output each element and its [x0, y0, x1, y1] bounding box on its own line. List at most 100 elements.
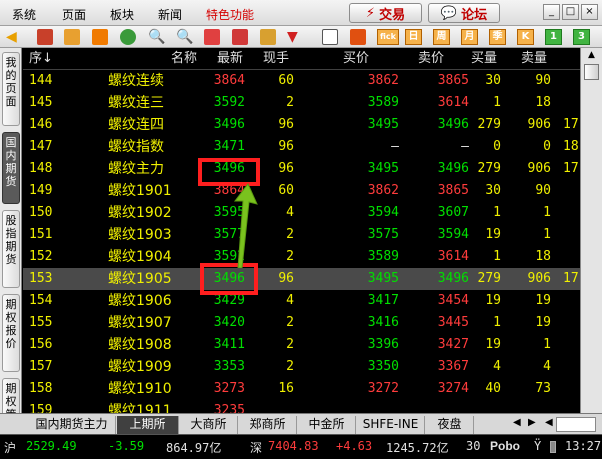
- menu-news[interactable]: 新闻: [158, 6, 182, 23]
- cell-bid: [333, 400, 399, 413]
- f10-icon[interactable]: [92, 29, 108, 45]
- table-row[interactable]: 157 螺纹1909 3353 2 3350 3367 4 4: [23, 356, 580, 378]
- header-ask[interactable]: 卖价: [418, 48, 444, 70]
- header-volume[interactable]: 现手: [263, 48, 289, 70]
- cell-ask: 3496: [437, 271, 469, 286]
- kline-button[interactable]: K: [517, 29, 534, 45]
- cell-askvol: 73: [535, 381, 551, 396]
- tab-night[interactable]: 夜盘: [426, 416, 474, 434]
- table-row[interactable]: 151 螺纹1903 3577 2 3575 3594 19 1: [23, 224, 580, 246]
- cell-extra: [563, 378, 580, 400]
- cell-bid: 3495: [367, 117, 399, 132]
- header-last[interactable]: 最新: [217, 48, 243, 70]
- tab-option-quotes[interactable]: 期权报价: [2, 294, 20, 372]
- header-ask-vol[interactable]: 卖量: [521, 48, 547, 70]
- cell-extra: [563, 246, 580, 268]
- quarterly-button[interactable]: 季: [489, 29, 506, 45]
- tab-option-strategy[interactable]: 期权策略: [2, 378, 20, 418]
- chat-bubble-icon: 💬: [440, 5, 458, 21]
- weekly-button[interactable]: 周: [433, 29, 450, 45]
- back-arrow-icon[interactable]: ◀: [6, 29, 22, 45]
- tab-main-futures[interactable]: 国内期货主力: [28, 416, 116, 434]
- tab-czce[interactable]: 郑商所: [239, 416, 297, 434]
- zoom-out-icon[interactable]: 🔍: [176, 29, 193, 45]
- tab-right-icon[interactable]: ▶: [528, 417, 536, 428]
- menu-special[interactable]: 特色功能: [206, 6, 254, 23]
- header-bid[interactable]: 买价: [343, 48, 369, 70]
- table-row[interactable]: 156 螺纹1908 3411 2 3396 3427 19 1: [23, 334, 580, 356]
- tab-cffex[interactable]: 中金所: [298, 416, 356, 434]
- list-view-icon[interactable]: [322, 29, 338, 45]
- cell-extra: 17: [563, 161, 579, 176]
- table-row[interactable]: 158 螺纹1910 3273 16 3272 3274 40 73: [23, 378, 580, 400]
- cell-bid: 3495: [367, 271, 399, 286]
- cell-askvol: 1: [543, 205, 551, 220]
- table-row[interactable]: 152 螺纹1904 3592 2 3589 3614 1 18: [23, 246, 580, 268]
- table-row[interactable]: 153 螺纹1905 3496 96 3495 3496 279 906 17: [23, 268, 580, 290]
- database-icon[interactable]: [64, 29, 80, 45]
- zoom-in-icon[interactable]: 🔍: [148, 29, 165, 45]
- table-row[interactable]: 146 螺纹连四 3496 96 3495 3496 279 906 17: [23, 114, 580, 136]
- daily-button[interactable]: 日: [405, 29, 422, 45]
- table-row[interactable]: 159 螺纹1911 3235: [23, 400, 580, 413]
- header-name[interactable]: 名称: [171, 48, 197, 70]
- table-row[interactable]: 144 螺纹连续 3864 60 3862 3865 30 90: [23, 70, 580, 92]
- cell-name: 螺纹1903: [108, 227, 172, 243]
- tab-index-futures[interactable]: 股指期货: [2, 210, 20, 288]
- menu-page[interactable]: 页面: [62, 6, 86, 23]
- min3-button[interactable]: 3: [573, 29, 590, 45]
- horizontal-scrollbar[interactable]: [556, 417, 596, 432]
- bell-icon[interactable]: [260, 29, 276, 45]
- header-seq[interactable]: 序↓: [29, 48, 53, 70]
- scroll-up-icon[interactable]: ▲: [584, 50, 599, 62]
- cell-ask: 3614: [437, 249, 469, 264]
- chart-icon[interactable]: [204, 29, 220, 45]
- time-share-icon[interactable]: [350, 29, 366, 45]
- cell-askvol: 90: [535, 183, 551, 198]
- scroll-thumb[interactable]: [584, 64, 599, 80]
- trade-button[interactable]: ⚡ 交易: [349, 3, 422, 23]
- left-tab-strip: 我的页面 国内期货 股指期货 期权报价 期权策略: [0, 48, 22, 418]
- cell-extra: [563, 180, 580, 202]
- tab-my-page[interactable]: 我的页面: [2, 52, 20, 126]
- cell-seq: 144: [29, 73, 53, 88]
- table-row[interactable]: 147 螺纹指数 3471 96 — — 0 0 18: [23, 136, 580, 158]
- cell-extra: [563, 334, 580, 356]
- tab-shfe-ine[interactable]: SHFE-INE: [357, 416, 425, 434]
- tab-dce[interactable]: 大商所: [180, 416, 238, 434]
- tab-shfe[interactable]: 上期所: [117, 416, 179, 434]
- table-row[interactable]: 155 螺纹1907 3420 2 3416 3445 1 19: [23, 312, 580, 334]
- table-row[interactable]: 149 螺纹1901 3864 60 3862 3865 30 90: [23, 180, 580, 202]
- refresh-icon[interactable]: [120, 29, 136, 45]
- forum-button[interactable]: 💬 论坛: [428, 3, 500, 23]
- warning-icon[interactable]: [232, 29, 248, 45]
- cell-name: 螺纹1909: [108, 359, 172, 375]
- tab-left-icon[interactable]: ◀: [513, 417, 521, 428]
- cell-ask: 3865: [437, 73, 469, 88]
- header-bid-vol[interactable]: 买量: [471, 48, 497, 70]
- home-icon[interactable]: [37, 29, 53, 45]
- minimize-button[interactable]: _: [543, 4, 560, 20]
- cell-last: 3864: [213, 73, 245, 88]
- close-button[interactable]: ×: [581, 4, 598, 20]
- hscroll-left-icon[interactable]: ◀: [545, 417, 553, 428]
- monthly-button[interactable]: 月: [461, 29, 478, 45]
- cell-vol: 96: [278, 161, 294, 176]
- table-row[interactable]: 148 螺纹主力 3496 96 3495 3496 279 906 17: [23, 158, 580, 180]
- menu-sector[interactable]: 板块: [110, 6, 134, 23]
- table-row[interactable]: 150 螺纹1902 3595 4 3594 3607 1 1: [23, 202, 580, 224]
- filter-icon[interactable]: ▼: [287, 29, 303, 45]
- vertical-scrollbar[interactable]: ▲: [580, 48, 602, 413]
- min1-button[interactable]: 1: [545, 29, 562, 45]
- cell-bid: 3416: [367, 315, 399, 330]
- maximize-button[interactable]: □: [562, 4, 579, 20]
- cell-bidvol: 1: [493, 205, 501, 220]
- table-row[interactable]: 154 螺纹1906 3429 4 3417 3454 19 19: [23, 290, 580, 312]
- cell-bid: 3589: [367, 95, 399, 110]
- menu-system[interactable]: 系统: [12, 6, 36, 23]
- tab-domestic-futures[interactable]: 国内期货: [2, 132, 20, 204]
- table-row[interactable]: 145 螺纹连三 3592 2 3589 3614 1 18: [23, 92, 580, 114]
- cell-seq: 154: [29, 293, 53, 308]
- tick-button[interactable]: fick: [377, 29, 399, 45]
- cell-extra: [563, 356, 580, 378]
